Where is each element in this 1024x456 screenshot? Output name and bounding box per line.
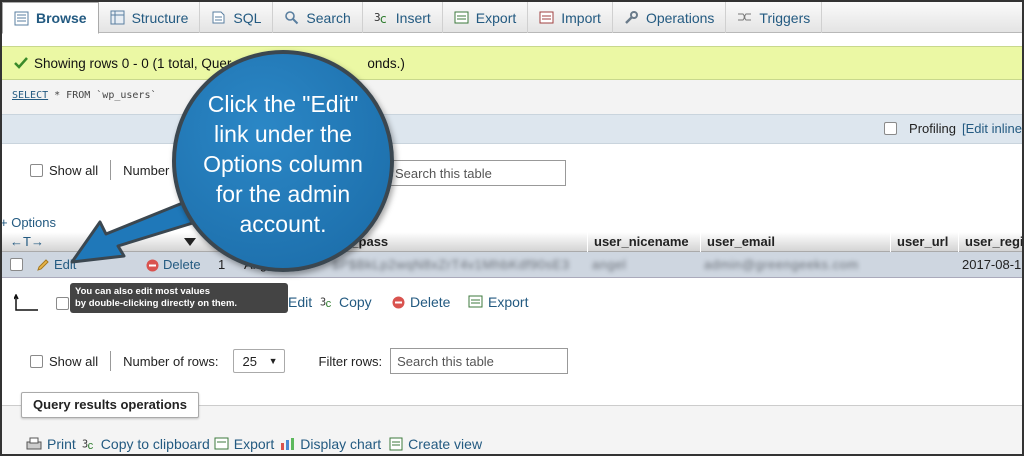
callout-text: Click the "Edit" link under the Options … — [203, 91, 363, 237]
callout-arrow — [70, 194, 224, 264]
instruction-callout: Click the "Edit" link under the Options … — [172, 50, 394, 272]
